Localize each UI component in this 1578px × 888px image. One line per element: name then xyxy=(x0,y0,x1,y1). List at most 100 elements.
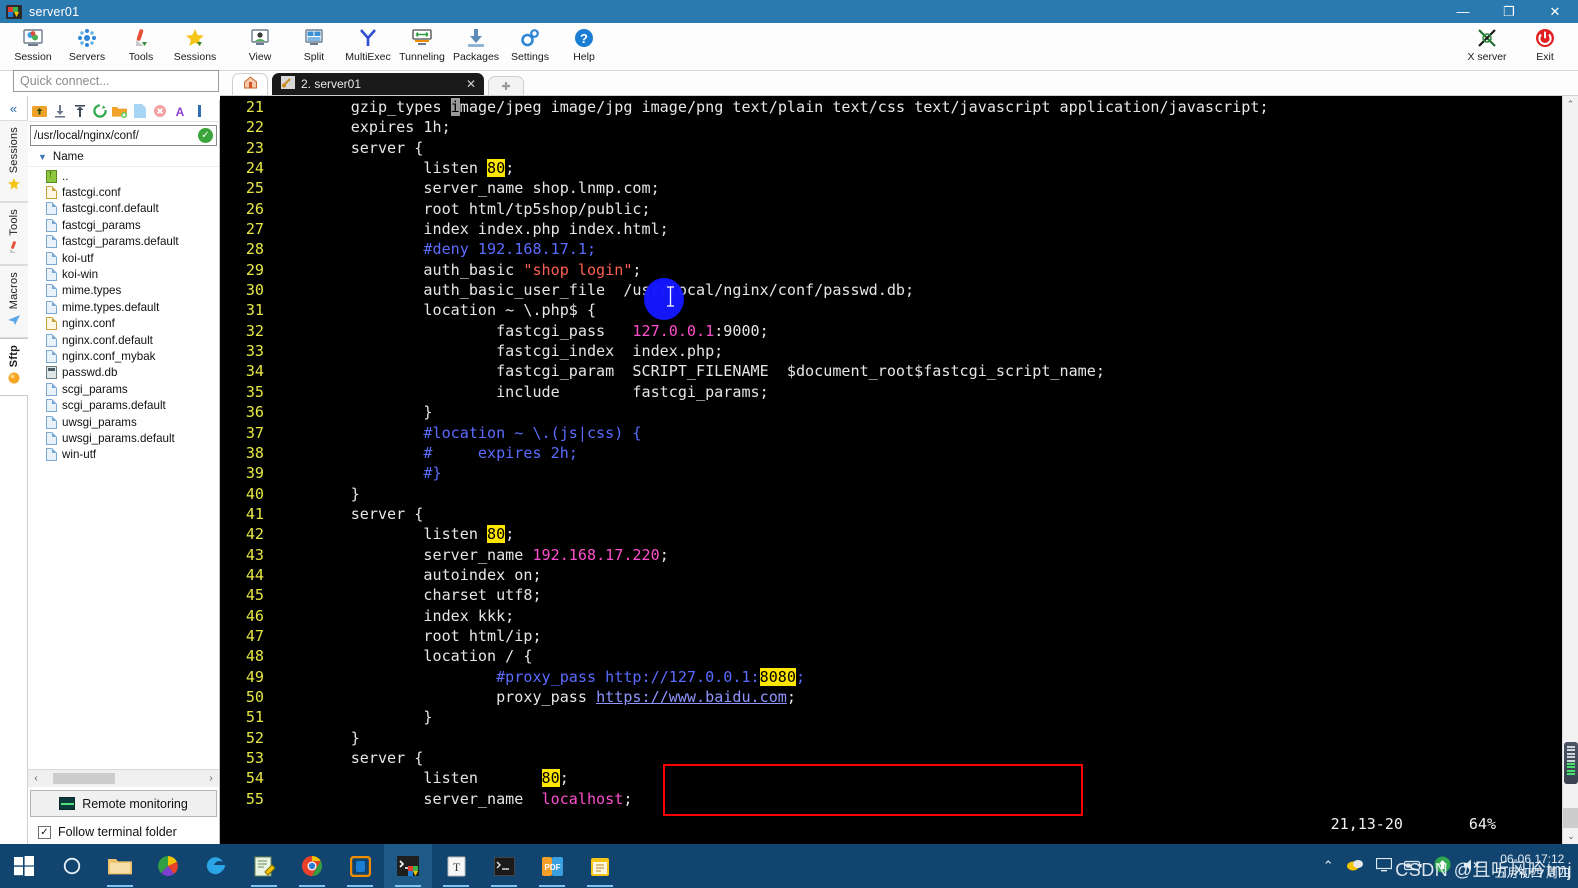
calendar-notes-button[interactable] xyxy=(576,844,624,888)
ribbon-button-split[interactable]: Split xyxy=(287,23,341,70)
terminal-tab-bar: 2. server01 ✕ ✚ xyxy=(220,71,1578,96)
notepad-plus-button[interactable] xyxy=(240,844,288,888)
list-item[interactable]: fastcgi.conf xyxy=(28,184,219,200)
close-icon[interactable]: ✕ xyxy=(466,77,476,91)
caret-down-icon: ▼ xyxy=(38,152,47,162)
cmd-console-button[interactable] xyxy=(480,844,528,888)
list-item[interactable]: uwsgi_params xyxy=(28,414,219,430)
battery-icon[interactable] xyxy=(1403,859,1422,874)
list-item[interactable]: mime.types.default xyxy=(28,299,219,315)
scroll-left-arrow-icon[interactable]: ‹ xyxy=(28,773,44,784)
display-icon[interactable] xyxy=(1375,857,1392,875)
refresh-icon[interactable] xyxy=(91,102,108,119)
download-icon[interactable] xyxy=(51,102,68,119)
collapse-sidebar-icon[interactable]: « xyxy=(0,96,27,120)
taskbar-clock[interactable]: 06-06 17:12 五月初四 周四 xyxy=(1495,852,1570,880)
checkbox-mark: ✓ xyxy=(38,825,51,839)
sftp-file-list[interactable]: .. fastcgi.conf fastcgi.conf.default fas… xyxy=(28,167,219,769)
sftp-toolbar: A xyxy=(28,100,219,122)
ribbon-button-exit[interactable]: Exit xyxy=(1516,23,1574,70)
list-item[interactable]: fastcgi_params xyxy=(28,217,219,233)
typora-button[interactable]: T xyxy=(432,844,480,888)
remote-monitoring-button[interactable]: Remote monitoring xyxy=(30,790,217,817)
file-icon xyxy=(46,268,57,282)
ribbon-button-settings[interactable]: Settings xyxy=(503,23,557,70)
delete-icon[interactable] xyxy=(151,102,168,119)
mobaxterm-button[interactable] xyxy=(384,844,432,888)
list-item[interactable]: win-utf xyxy=(28,447,219,463)
new-file-icon[interactable] xyxy=(131,102,148,119)
scroll-track[interactable] xyxy=(44,772,203,785)
file-icon xyxy=(46,251,57,265)
upload-parent-icon[interactable] xyxy=(31,102,48,119)
photos-button[interactable] xyxy=(144,844,192,888)
new-tab-button[interactable]: ✚ xyxy=(488,76,524,95)
ribbon-button-servers[interactable]: Servers xyxy=(60,23,114,70)
sidebar-tab-sftp[interactable]: Sftp xyxy=(0,338,28,397)
terminal-output[interactable]: 21 gzip_types image/jpeg image/jpg image… xyxy=(220,96,1562,844)
ribbon-button-help[interactable]: ? Help xyxy=(557,23,611,70)
volume-muted-icon[interactable] xyxy=(1463,858,1483,875)
maximize-button[interactable]: ❐ xyxy=(1486,0,1532,23)
list-item[interactable]: nginx.conf xyxy=(28,316,219,332)
list-item[interactable]: nginx.conf_mybak xyxy=(28,348,219,364)
list-item[interactable]: koi-win xyxy=(28,266,219,282)
upload-icon[interactable] xyxy=(71,102,88,119)
list-item[interactable]: fastcgi_params.default xyxy=(28,234,219,250)
file-icon xyxy=(46,349,57,363)
cortana-search-button[interactable] xyxy=(48,844,96,888)
ribbon-button-multiexec[interactable]: MultiExec xyxy=(341,23,395,70)
cloud-sync-icon[interactable] xyxy=(1346,858,1364,875)
ribbon-button-packages[interactable]: Packages xyxy=(449,23,503,70)
windows-start-button[interactable] xyxy=(0,844,48,888)
ribbon-button-session[interactable]: Session xyxy=(6,23,60,70)
sidebar-tab-sessions[interactable]: Sessions xyxy=(0,120,28,203)
ribbon-button-tools[interactable]: Tools xyxy=(114,23,168,70)
new-folder-icon[interactable] xyxy=(111,102,128,119)
svg-text:PDF: PDF xyxy=(544,863,560,872)
close-button[interactable]: ✕ xyxy=(1532,0,1578,23)
follow-terminal-folder-checkbox[interactable]: ✓ Follow terminal folder xyxy=(28,820,219,844)
terminal-vertical-scrollbar[interactable]: ⌃ ⌄ xyxy=(1562,96,1578,844)
list-item[interactable]: passwd.db xyxy=(28,365,219,381)
update-icon[interactable] xyxy=(1434,856,1451,876)
ribbon-button-sessions[interactable]: Sessions xyxy=(168,23,222,70)
list-item[interactable]: koi-utf xyxy=(28,250,219,266)
list-item[interactable]: .. xyxy=(28,168,219,184)
edge-browser-button[interactable] xyxy=(192,844,240,888)
list-item[interactable]: nginx.conf.default xyxy=(28,332,219,348)
line-number: 22 xyxy=(245,118,264,137)
quick-connect-input[interactable]: Quick connect... xyxy=(13,70,219,92)
file-explorer-button[interactable] xyxy=(96,844,144,888)
text-mode-icon[interactable]: A xyxy=(171,102,188,119)
sftp-column-header[interactable]: ▼ Name xyxy=(28,148,219,167)
ribbon-label: Help xyxy=(573,51,595,63)
sidebar-tab-macros[interactable]: Macros xyxy=(0,264,28,339)
line-number: 24 xyxy=(245,159,264,178)
scroll-down-arrow-icon[interactable]: ⌄ xyxy=(1563,828,1578,844)
list-item[interactable]: fastcgi.conf.default xyxy=(28,201,219,217)
sftp-path-input[interactable]: /usr/local/nginx/conf/ ✓ xyxy=(30,125,217,146)
more-icon[interactable] xyxy=(191,102,208,119)
chrome-browser-button[interactable] xyxy=(288,844,336,888)
minimize-button[interactable]: — xyxy=(1440,0,1486,23)
list-item[interactable]: scgi_params xyxy=(28,381,219,397)
scroll-thumb[interactable] xyxy=(1563,808,1578,828)
sidebar-tab-tools[interactable]: Tools xyxy=(0,202,28,265)
list-item[interactable]: scgi_params.default xyxy=(28,397,219,413)
vmware-button[interactable] xyxy=(336,844,384,888)
scroll-thumb[interactable] xyxy=(53,773,115,784)
ribbon-button-xserver[interactable]: X server xyxy=(1458,23,1516,70)
line-number: 23 xyxy=(245,138,264,157)
tab-server01[interactable]: 2. server01 ✕ xyxy=(272,73,484,95)
ribbon-button-tunneling[interactable]: Tunneling xyxy=(395,23,449,70)
ribbon-button-view[interactable]: View xyxy=(233,23,287,70)
list-item[interactable]: mime.types xyxy=(28,283,219,299)
tray-expand-icon[interactable]: ⌃ xyxy=(1323,858,1334,874)
scroll-right-arrow-icon[interactable]: › xyxy=(203,773,219,784)
scroll-up-arrow-icon[interactable]: ⌃ xyxy=(1563,96,1578,112)
home-tab[interactable] xyxy=(232,73,268,95)
pdf-reader-button[interactable]: PDF xyxy=(528,844,576,888)
sftp-horizontal-scrollbar[interactable]: ‹ › xyxy=(28,769,219,787)
list-item[interactable]: uwsgi_params.default xyxy=(28,430,219,446)
